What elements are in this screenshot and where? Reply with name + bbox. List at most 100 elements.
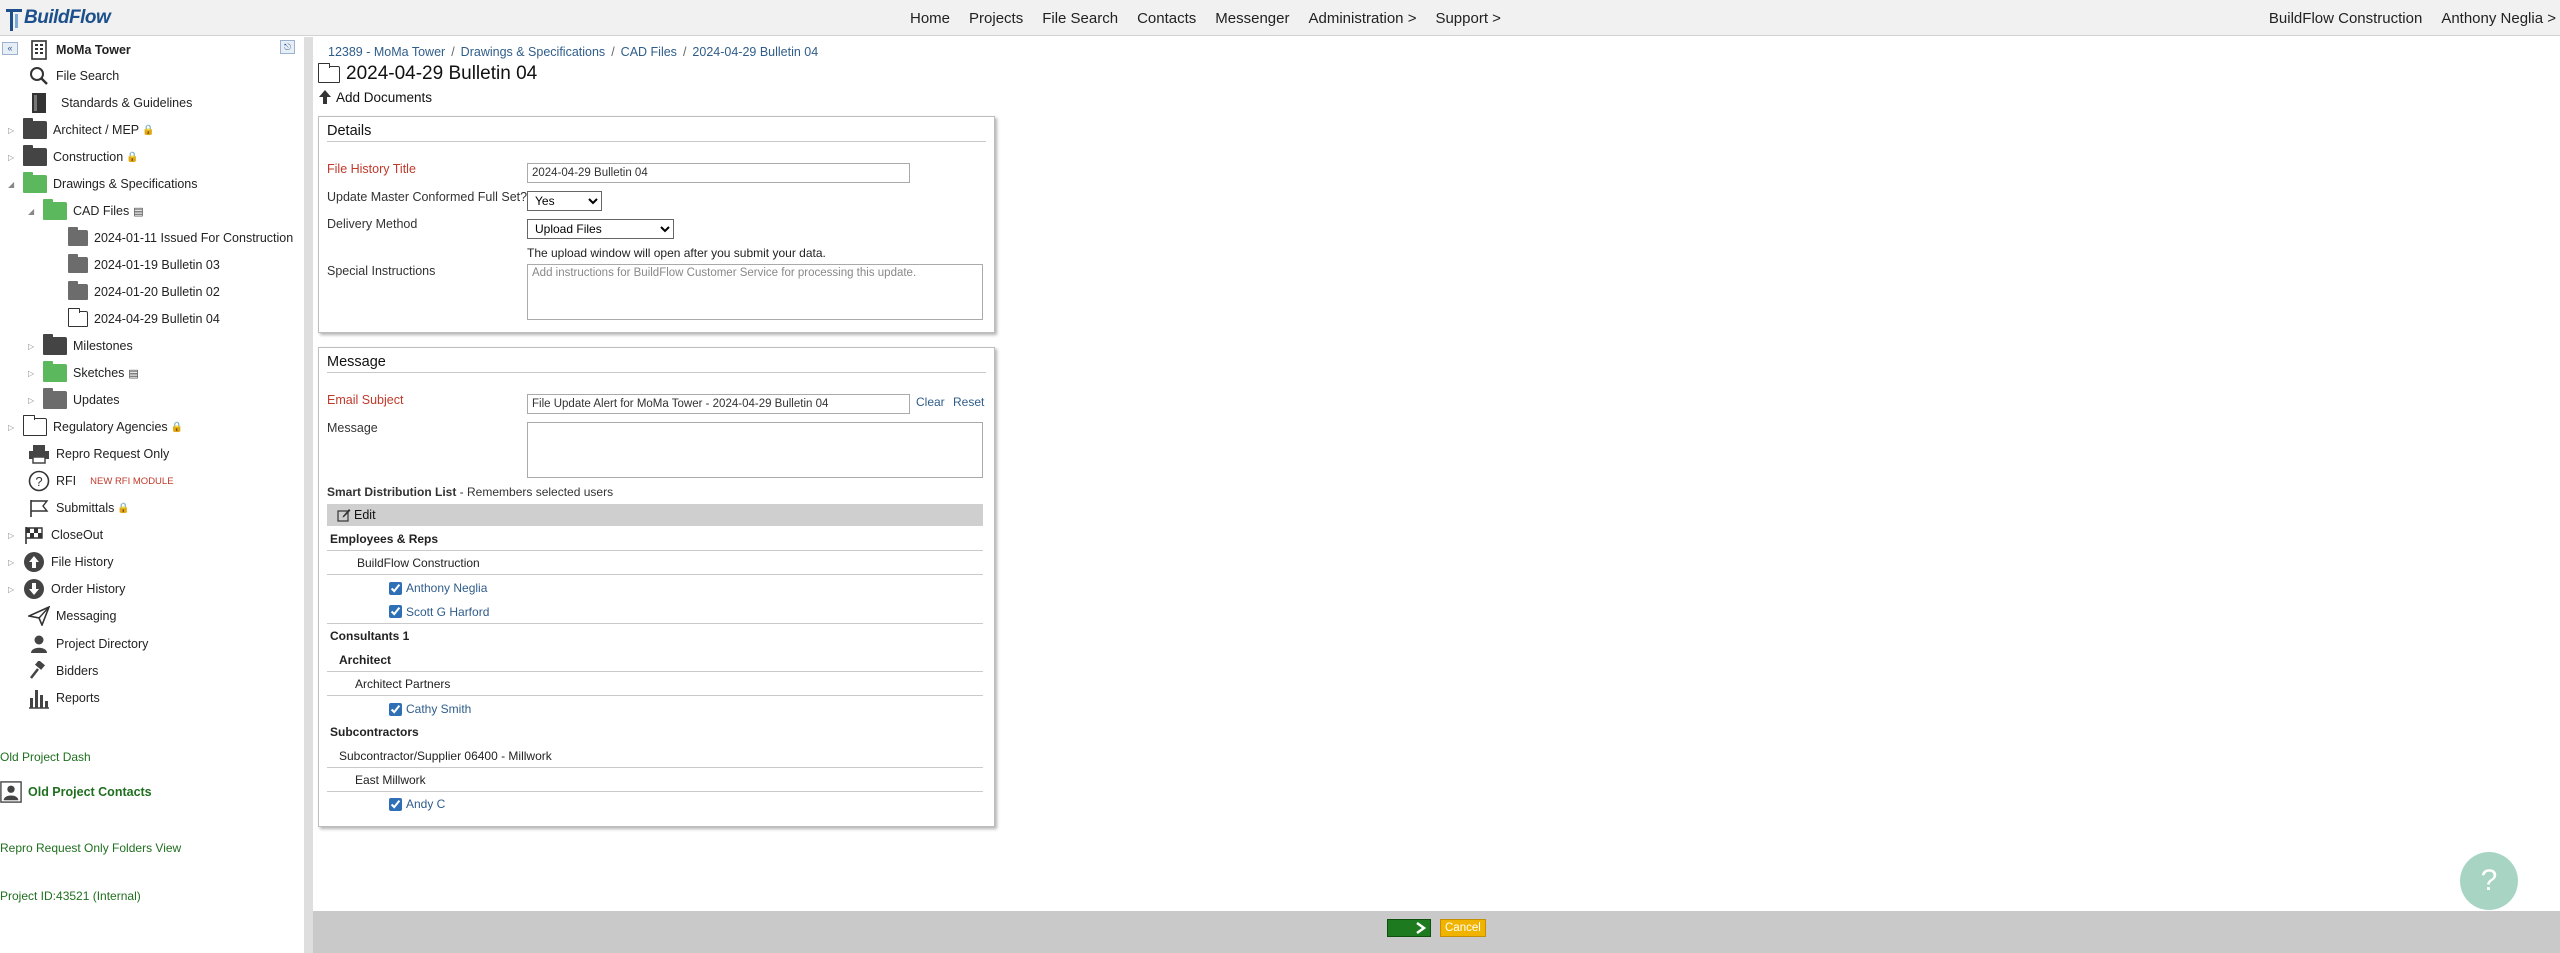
sidebar-item-architect-mep[interactable]: ▷ Architect / MEP 🔒 (8, 117, 155, 143)
action-footer: Cancel (313, 911, 2560, 953)
recipient-name[interactable]: Andy C (406, 797, 445, 811)
recipient-name[interactable]: Scott G Harford (406, 605, 489, 619)
collapse-icon[interactable]: ◢ (8, 180, 17, 189)
sidebar-label: File Search (56, 69, 120, 83)
message-textarea[interactable] (527, 422, 983, 478)
company-link[interactable]: BuildFlow Construction (2269, 10, 2422, 27)
sidebar-item-file-history[interactable]: ▷ File History (8, 549, 114, 575)
sidebar-item-regulatory[interactable]: ▷ Regulatory Agencies 🔒 (8, 414, 183, 440)
expand-icon[interactable]: ▷ (28, 342, 37, 351)
nav-home[interactable]: Home (910, 10, 950, 27)
sidebar-item-file-search[interactable]: File Search (28, 63, 119, 89)
sidebar-label: Bidders (56, 664, 99, 678)
expand-icon[interactable]: ▷ (8, 558, 17, 567)
add-documents-button[interactable]: Add Documents (318, 88, 432, 106)
sidebar-item-messaging[interactable]: Messaging (28, 603, 116, 629)
sidebar-item-cad-child[interactable]: 2024-01-20 Bulletin 02 (68, 279, 220, 305)
collapse-sidebar-button[interactable]: « (2, 42, 18, 55)
sidebar-item-cad-child[interactable]: 2024-01-11 Issued For Construction (68, 225, 293, 251)
recipient-checkbox[interactable] (389, 581, 402, 595)
sidebar-item-project[interactable]: MoMa Tower (28, 37, 131, 63)
expand-icon[interactable]: ▷ (8, 153, 17, 162)
repro-folders-view-link[interactable]: Repro Request Only Folders View (0, 841, 181, 855)
list-icon: ▤ (133, 205, 144, 218)
delivery-method-label: Delivery Method (327, 217, 418, 231)
next-button[interactable] (1387, 919, 1431, 937)
sidebar-label: Drawings & Specifications (53, 177, 198, 191)
sidebar-item-project-directory[interactable]: Project Directory (28, 631, 148, 657)
help-button[interactable]: ? (2460, 852, 2518, 910)
recipient-checkbox[interactable] (389, 797, 402, 811)
sidebar-splitter[interactable] (304, 37, 313, 953)
expand-icon[interactable]: ▷ (8, 585, 17, 594)
sidebar-item-cad-child-selected[interactable]: 2024-04-29 Bulletin 04 (67, 306, 220, 332)
breadcrumb-project[interactable]: 12389 - MoMa Tower (328, 45, 445, 59)
sidebar-item-construction[interactable]: ▷ Construction 🔒 (8, 144, 139, 170)
sidebar-item-cad-child[interactable]: 2024-01-19 Bulletin 03 (68, 252, 220, 278)
sidebar-item-standards[interactable]: Standards & Guidelines (28, 90, 192, 116)
recipient-checkbox[interactable] (389, 702, 402, 716)
trade-row: Subcontractor/Supplier 06400 - Millwork (327, 744, 983, 768)
discipline-heading: Architect (339, 652, 392, 667)
sidebar-item-closeout[interactable]: ▷ CloseOut (8, 522, 103, 548)
sidebar-label: File History (51, 555, 114, 569)
breadcrumb-current[interactable]: 2024-04-29 Bulletin 04 (692, 45, 818, 59)
user-menu[interactable]: Anthony Neglia > (2441, 10, 2556, 27)
expand-icon[interactable]: ▷ (8, 531, 17, 540)
file-history-title-input[interactable] (527, 163, 910, 183)
brand-logo[interactable]: BuildFlow (4, 3, 111, 33)
lock-icon: 🔒 (170, 421, 184, 433)
delivery-method-select[interactable]: Upload Files (527, 219, 674, 239)
send-icon (28, 605, 50, 627)
old-project-contacts-link[interactable]: Old Project Contacts (0, 781, 152, 803)
search-icon (28, 65, 50, 87)
sidebar-label: 2024-01-20 Bulletin 02 (94, 285, 220, 299)
sidebar-label: Project Directory (56, 637, 149, 651)
recipient-name[interactable]: Anthony Neglia (406, 581, 487, 595)
nav-messenger[interactable]: Messenger (1215, 10, 1289, 27)
nav-administration[interactable]: Administration > (1308, 10, 1416, 27)
recipient-checkbox[interactable] (389, 605, 402, 618)
nav-file-search[interactable]: File Search (1042, 10, 1118, 27)
sidebar-label: Sketches (73, 366, 125, 380)
nav-contacts[interactable]: Contacts (1137, 10, 1196, 27)
breadcrumb-cad-files[interactable]: CAD Files (621, 45, 677, 59)
sidebar-item-repro[interactable]: Repro Request Only (28, 441, 169, 467)
sidebar-item-cad-files[interactable]: ◢ CAD Files ▤ (28, 198, 144, 224)
sidebar-item-order-history[interactable]: ▷ Order History (8, 576, 125, 602)
recipient-name[interactable]: Cathy Smith (406, 702, 471, 716)
special-instructions-textarea[interactable] (527, 264, 983, 320)
bar-chart-icon (28, 687, 50, 709)
folder-outline-icon (317, 62, 340, 83)
sidebar-item-updates[interactable]: ▷ Updates (28, 387, 120, 413)
sidebar-item-bidders[interactable]: Bidders (28, 658, 98, 684)
sidebar-item-milestones[interactable]: ▷ Milestones (28, 333, 133, 359)
expand-icon[interactable]: ▷ (28, 369, 37, 378)
folder-icon (43, 334, 67, 355)
sidebar-item-drawings[interactable]: ◢ Drawings & Specifications (8, 171, 198, 197)
sidebar-item-submittals[interactable]: Submittals 🔒 (28, 495, 130, 521)
sidebar-label: 2024-04-29 Bulletin 04 (94, 312, 220, 326)
recipient-row: Anthony Neglia (327, 576, 983, 600)
expand-icon[interactable]: ▷ (28, 396, 37, 405)
pin-sidebar-button[interactable]: ⎋ (280, 40, 295, 54)
collapse-icon[interactable]: ◢ (28, 207, 37, 216)
reset-subject-link[interactable]: Reset (953, 395, 984, 409)
upload-arrow-icon (318, 89, 332, 105)
clear-subject-link[interactable]: Clear (916, 395, 945, 409)
nav-support[interactable]: Support > (1435, 10, 1500, 27)
old-project-dash-link[interactable]: Old Project Dash (0, 750, 91, 764)
expand-icon[interactable]: ▷ (8, 126, 17, 135)
breadcrumb-drawings[interactable]: Drawings & Specifications (461, 45, 606, 59)
nav-projects[interactable]: Projects (969, 10, 1023, 27)
sidebar-item-sketches[interactable]: ▷ Sketches ▤ (28, 360, 139, 386)
sidebar-item-reports[interactable]: Reports (28, 685, 100, 711)
distribution-edit-button[interactable]: Edit (327, 504, 983, 526)
expand-icon[interactable]: ▷ (8, 423, 17, 432)
cancel-button[interactable]: Cancel (1440, 919, 1486, 937)
update-master-select[interactable]: Yes (527, 191, 602, 211)
email-subject-input[interactable] (527, 394, 910, 414)
gavel-icon (28, 660, 50, 682)
folder-icon (23, 145, 47, 166)
sidebar-item-rfi[interactable]: ? RFI NEW RFI MODULE (28, 468, 174, 494)
